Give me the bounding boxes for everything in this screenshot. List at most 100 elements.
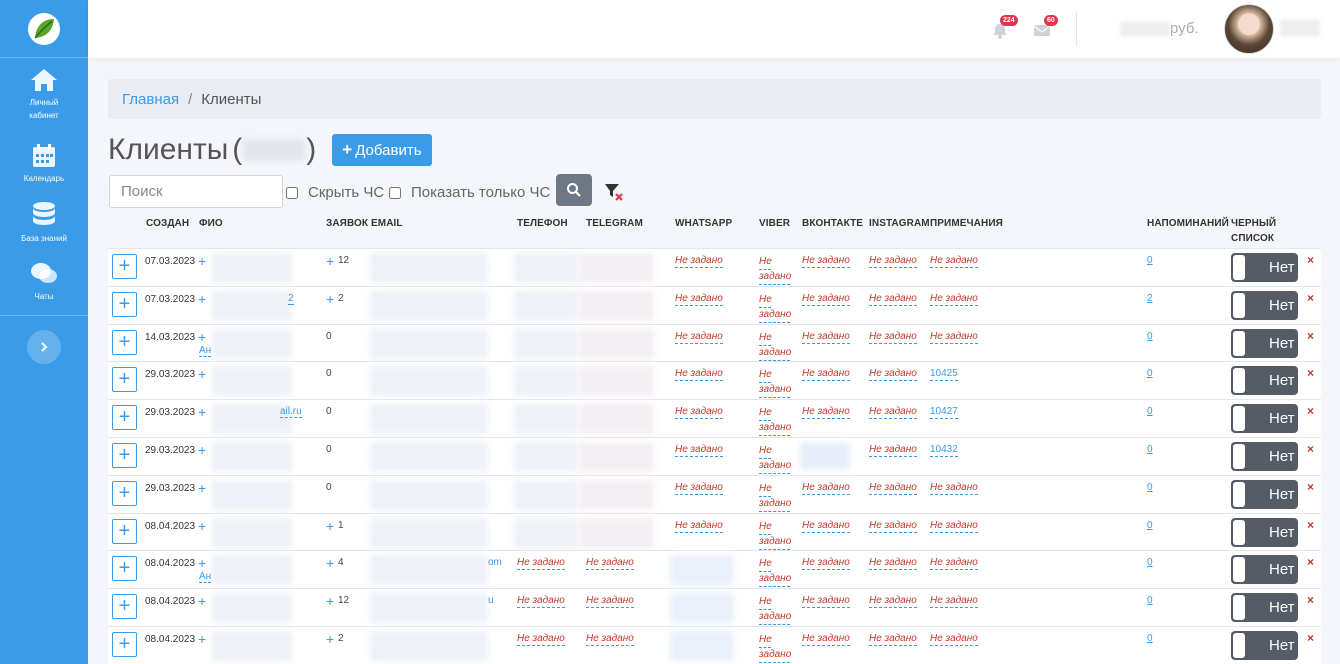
phone-redacted[interactable] [514, 404, 578, 435]
notes-link[interactable]: 10425 [930, 368, 958, 382]
viber-not-set[interactable]: Не задано [759, 482, 793, 512]
reminders-count[interactable]: 0 [1147, 406, 1153, 417]
add-request-icon[interactable]: + [198, 594, 206, 608]
add-request-icon[interactable]: + [198, 443, 206, 457]
instagram-not-set[interactable]: Не задано [869, 520, 917, 533]
reminders-count[interactable]: 0 [1147, 633, 1153, 644]
column-viber[interactable]: VIBER [759, 216, 790, 231]
expand-row-button[interactable]: + [112, 518, 137, 544]
add-request-icon[interactable]: + [198, 292, 206, 306]
blacklist-toggle[interactable]: Нет [1231, 253, 1298, 282]
reminders-count[interactable]: 0 [1147, 444, 1153, 455]
blacklist-toggle[interactable]: Нет [1231, 442, 1298, 471]
client-name-visible-fragment[interactable]: Ан [199, 345, 212, 357]
vk-not-set[interactable]: Не задано [802, 520, 850, 533]
notes-not-set[interactable]: Не задано [930, 331, 978, 344]
expand-row-button[interactable]: + [112, 254, 137, 279]
vk-not-set[interactable]: Не задано [802, 331, 850, 344]
email-redacted[interactable] [370, 290, 488, 321]
email-redacted[interactable] [370, 517, 488, 548]
hide-blacklist-checkbox[interactable]: Скрыть ЧС [286, 184, 384, 201]
delete-client-button[interactable]: × [1307, 480, 1314, 494]
telegram-redacted[interactable] [578, 517, 654, 548]
delete-client-button[interactable]: × [1307, 291, 1314, 305]
email-redacted[interactable] [370, 442, 488, 472]
show-only-blacklist-checkbox[interactable]: Показать только ЧС [389, 184, 550, 201]
instagram-not-set[interactable]: Не задано [869, 595, 917, 609]
expand-row-button[interactable]: + [112, 291, 137, 317]
requests-count[interactable]: 12 [338, 255, 349, 266]
whatsapp-redacted[interactable] [670, 631, 734, 661]
whatsapp-not-set[interactable]: Не задано [675, 331, 723, 344]
add-request-icon[interactable]: + [198, 367, 206, 381]
phone-redacted[interactable] [514, 479, 578, 510]
sidebar-item-calendar[interactable]: Календарь [0, 134, 88, 192]
vk-not-set[interactable]: Не задано [802, 633, 850, 646]
telegram-not-set[interactable]: Не задано [586, 557, 634, 571]
delete-client-button[interactable]: × [1307, 366, 1314, 380]
whatsapp-redacted[interactable] [670, 555, 734, 586]
email-redacted[interactable] [370, 631, 488, 661]
requests-count[interactable]: 2 [338, 293, 344, 304]
add-request-icon[interactable]: + [198, 405, 206, 419]
expand-row-button[interactable]: + [112, 443, 137, 468]
viber-not-set[interactable]: Не задано [759, 255, 793, 285]
expand-row-button[interactable]: + [112, 367, 137, 393]
whatsapp-not-set[interactable]: Не задано [675, 444, 723, 457]
whatsapp-not-set[interactable]: Не задано [675, 255, 723, 268]
client-name-visible-fragment[interactable]: ail.ru [280, 406, 302, 419]
email-redacted[interactable] [370, 366, 488, 397]
viber-not-set[interactable]: Не задано [759, 595, 793, 626]
hide-blacklist-checkbox-input[interactable] [286, 186, 298, 199]
email-redacted[interactable] [370, 593, 488, 624]
phone-redacted[interactable] [514, 290, 578, 321]
column-instagram[interactable]: INSTAGRAM [869, 216, 930, 231]
search-button[interactable] [556, 174, 592, 206]
column-blacklist[interactable]: ЧЕРНЫЙ СПИСОК [1231, 216, 1291, 246]
vk-not-set[interactable]: Не задано [802, 255, 850, 268]
blacklist-toggle[interactable]: Нет [1231, 366, 1298, 396]
requests-count[interactable]: 12 [338, 595, 349, 606]
whatsapp-not-set[interactable]: Не задано [675, 406, 723, 420]
requests-count[interactable]: 4 [338, 557, 344, 568]
vk-redacted[interactable] [800, 442, 850, 470]
vk-not-set[interactable]: Не задано [802, 368, 850, 382]
expand-row-button[interactable]: + [112, 329, 137, 355]
leaf-logo-icon[interactable] [0, 0, 88, 58]
phone-redacted[interactable] [514, 328, 578, 359]
column-notes[interactable]: ПРИМЕЧАНИЯ [930, 216, 1003, 231]
requests-plus-icon[interactable]: + [326, 292, 334, 306]
notes-not-set[interactable]: Не задано [930, 633, 978, 646]
expand-row-button[interactable]: + [112, 405, 137, 431]
client-name-redacted[interactable] [212, 328, 292, 359]
add-request-icon[interactable]: + [198, 330, 206, 344]
reminders-count[interactable]: 0 [1147, 255, 1153, 266]
viber-not-set[interactable]: Не задано [759, 633, 793, 663]
blacklist-toggle[interactable]: Нет [1231, 631, 1298, 660]
client-name-visible-fragment[interactable]: Ан [199, 571, 212, 584]
sidebar-expand-button[interactable] [27, 330, 61, 364]
sidebar-item-cabinet[interactable]: Личный кабинет [0, 58, 88, 134]
reminders-count[interactable]: 0 [1147, 482, 1153, 493]
phone-redacted[interactable] [514, 253, 578, 283]
vk-not-set[interactable]: Не задано [802, 293, 850, 306]
viber-not-set[interactable]: Не задано [759, 293, 793, 323]
client-name-redacted[interactable] [212, 479, 292, 510]
viber-not-set[interactable]: Не задано [759, 331, 793, 361]
vk-not-set[interactable]: Не задано [802, 406, 850, 420]
search-input[interactable] [109, 175, 283, 208]
sidebar-item-chats[interactable]: Чаты [0, 252, 88, 316]
show-only-blacklist-checkbox-input[interactable] [389, 186, 401, 199]
whatsapp-not-set[interactable]: Не задано [675, 293, 723, 306]
reminders-count[interactable]: 2 [1147, 293, 1153, 304]
email-visible-fragment[interactable]: om [488, 557, 502, 568]
blacklist-toggle[interactable]: Нет [1231, 290, 1298, 320]
column-email[interactable]: EMAIL [371, 216, 403, 231]
instagram-not-set[interactable]: Не задано [869, 406, 917, 420]
client-name-visible-fragment[interactable]: 2 [288, 293, 294, 305]
email-redacted[interactable] [370, 479, 488, 510]
avatar[interactable] [1224, 4, 1274, 54]
messages-button[interactable]: 60 [1032, 15, 1058, 40]
requests-count[interactable]: 1 [338, 520, 344, 531]
notifications-button[interactable]: 224 [990, 15, 1018, 40]
